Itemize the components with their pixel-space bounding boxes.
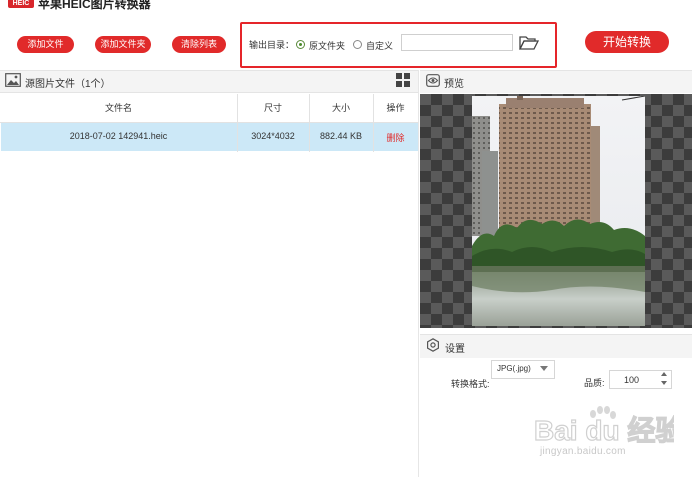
quality-value: 100 — [624, 375, 640, 385]
column-divider — [309, 94, 310, 152]
clear-list-button[interactable]: 清除列表 — [172, 36, 226, 53]
output-path-input[interactable] — [401, 34, 513, 51]
app-title: 苹果HEIC图片转换器 — [38, 0, 151, 11]
preview-photo — [472, 96, 645, 326]
cell-dimensions: 3024*4032 — [251, 131, 295, 141]
add-folder-button[interactable]: 添加文件夹 — [95, 36, 151, 53]
stepper-down-icon[interactable] — [661, 381, 667, 385]
preview-eye-icon — [426, 74, 440, 87]
radio-selected-dot — [299, 43, 302, 46]
gear-icon — [427, 338, 439, 352]
column-divider — [237, 94, 238, 152]
grid-view-icon[interactable] — [396, 73, 410, 87]
radio-original-folder-label[interactable]: 原文件夹 — [309, 39, 345, 52]
cell-size: 882.44 KB — [319, 131, 363, 141]
start-convert-button[interactable]: 开始转换 — [585, 31, 669, 53]
column-filename[interactable]: 文件名 — [0, 101, 237, 114]
format-value: JPG(.jpg) — [497, 364, 531, 373]
chevron-down-icon[interactable] — [540, 366, 548, 371]
delete-link[interactable]: 删除 — [373, 131, 418, 144]
watermark-url: jingyan.baidu.com — [540, 446, 626, 457]
image-icon — [5, 73, 21, 87]
column-size[interactable]: 大小 — [309, 101, 373, 114]
preview-title: 预览 — [444, 79, 464, 90]
stepper-up-icon[interactable] — [661, 372, 667, 376]
radio-custom-folder[interactable] — [353, 40, 362, 49]
watermark-brand-text: Bai du 经验 — [534, 414, 674, 446]
settings-title: 设置 — [445, 344, 465, 355]
column-action: 操作 — [386, 103, 405, 113]
quality-label: 品质: — [584, 378, 605, 388]
column-divider — [373, 94, 374, 152]
radio-custom-folder-label[interactable]: 自定义 — [366, 39, 393, 52]
app-logo: HEIC — [8, 0, 34, 8]
source-files-title: 源图片文件（1个） — [25, 79, 111, 90]
folder-open-icon[interactable] — [519, 35, 539, 51]
output-directory-label: 输出目录： — [249, 40, 295, 50]
format-label: 转换格式: — [451, 379, 490, 389]
cell-filename: 2018-07-02 142941.heic — [69, 131, 168, 141]
panel-divider — [418, 70, 419, 477]
column-dimensions[interactable]: 尺寸 — [237, 101, 309, 114]
add-file-button[interactable]: 添加文件 — [17, 36, 74, 53]
